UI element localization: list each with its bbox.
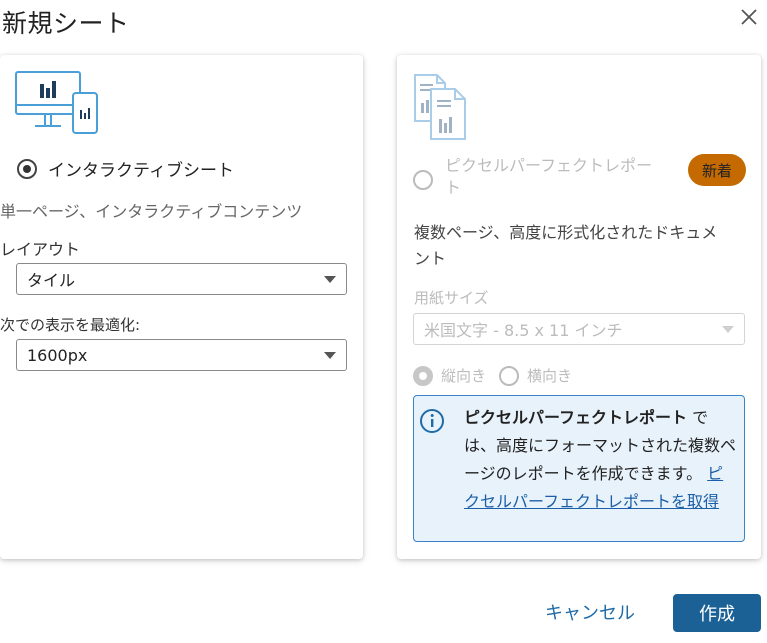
paginated-document-icon: [414, 74, 466, 140]
cancel-button[interactable]: キャンセル: [534, 594, 646, 630]
layout-select-value: タイル: [27, 271, 76, 290]
chevron-down-icon: [324, 351, 336, 359]
interactive-sheet-label: インタラクティブシート: [48, 161, 234, 181]
interactive-sheet-radio[interactable]: [17, 158, 37, 179]
info-icon: [420, 409, 444, 433]
portrait-label: 縦向き: [441, 367, 487, 385]
orientation-options: 縦向き 横向き: [413, 365, 572, 386]
layout-select[interactable]: タイル: [16, 263, 347, 295]
chevron-down-icon: [722, 325, 734, 333]
dashboard-monitor-icon: [15, 71, 98, 134]
optimize-label: 次での表示を最適化:: [0, 316, 141, 334]
new-badge: 新着: [688, 154, 746, 186]
interactive-sheet-description: 単一ページ、インタラクティブコンテンツ: [0, 202, 303, 221]
pixel-perfect-label: ピクセルパーフェクトレポー ト: [445, 155, 652, 199]
pixel-perfect-description-line2: ント: [414, 249, 447, 268]
info-text: ピクセルパーフェクトレポート では、高度にフォーマットされた複数ページのレポート…: [464, 404, 736, 516]
paper-size-label: 用紙サイズ: [414, 289, 489, 307]
landscape-radio: [499, 365, 520, 386]
pixel-perfect-label-line2: ト: [445, 178, 462, 197]
pixel-perfect-description: 複数ページ、高度に形式化されたドキュメ ント: [414, 220, 717, 272]
interactive-sheet-option[interactable]: インタラクティブシート: [17, 156, 234, 181]
info-bold-text: ピクセルパーフェクトレポート: [464, 408, 688, 427]
landscape-label: 横向き: [527, 367, 573, 385]
portrait-radio: [413, 365, 433, 386]
info-panel: ピクセルパーフェクトレポート では、高度にフォーマットされた複数ページのレポート…: [413, 395, 745, 542]
paper-size-select: 米国文字 - 8.5 x 11 インチ: [413, 313, 745, 345]
interactive-sheet-card[interactable]: インタラクティブシート 単一ページ、インタラクティブコンテンツ レイアウト タイ…: [0, 55, 363, 559]
create-button[interactable]: 作成: [673, 594, 761, 632]
optimize-select-value: 1600px: [27, 345, 88, 365]
pixel-perfect-description-line1: 複数ページ、高度に形式化されたドキュメ: [414, 223, 718, 242]
chevron-down-icon: [324, 275, 336, 283]
pixel-perfect-radio: [413, 170, 433, 190]
pixel-perfect-label-line1: ピクセルパーフェクトレポー: [445, 156, 653, 175]
close-icon[interactable]: [738, 6, 760, 28]
dialog-title: 新規シート: [2, 9, 130, 38]
layout-label: レイアウト: [0, 240, 81, 259]
optimize-select[interactable]: 1600px: [16, 339, 347, 371]
paper-size-select-value: 米国文字 - 8.5 x 11 インチ: [424, 321, 623, 340]
